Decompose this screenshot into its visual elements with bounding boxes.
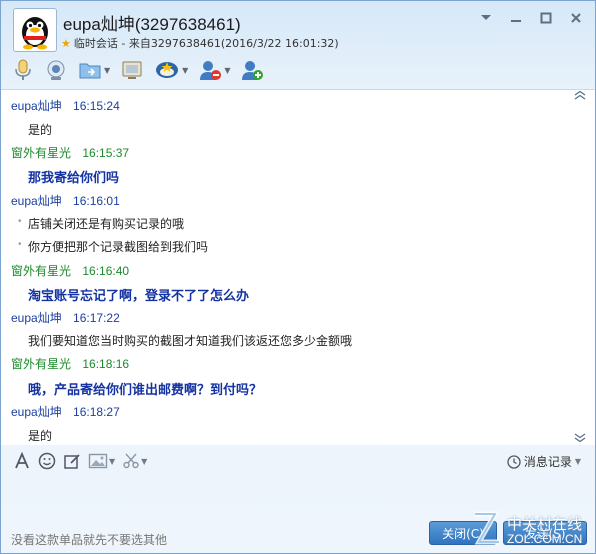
sender-name: 窗外有星光 [11, 146, 72, 160]
edit-button[interactable] [63, 452, 81, 470]
chevron-down-icon[interactable]: ▼ [109, 457, 115, 466]
chevron-down-icon[interactable]: ▼ [224, 66, 230, 75]
message-history[interactable]: eupa灿坤 16:15:24 是的 窗外有星光 16:15:37 那我寄给你们… [1, 89, 595, 445]
message-time: 16:15:37 [82, 146, 130, 160]
chevron-down-icon[interactable]: ▼ [104, 66, 110, 75]
contact-avatar[interactable] [13, 8, 57, 52]
sender-name: eupa灿坤 [11, 311, 62, 325]
message-header: 窗外有星光 16:16:40 [11, 262, 129, 279]
app-icon [156, 62, 179, 78]
add-contact-icon [242, 61, 264, 80]
star-icon: ★ [61, 36, 71, 50]
message-header: eupa灿坤 16:15:24 [11, 97, 120, 114]
sender-name: 窗外有星光 [11, 357, 72, 371]
message-time: 16:16:40 [82, 264, 130, 278]
chevron-down-icon[interactable]: ▼ [575, 457, 581, 466]
minimize-icon[interactable] [505, 9, 527, 27]
font-icon [15, 452, 29, 469]
video-call-button[interactable] [41, 56, 71, 84]
send-file-button[interactable]: ▼ [75, 56, 113, 84]
main-toolbar: ▼ ▼ ▼ [9, 55, 267, 85]
image-icon [88, 453, 108, 469]
message-text: 是的 [28, 429, 53, 443]
chevron-down-icon[interactable]: ▼ [141, 457, 147, 466]
message-text: 店铺关闭还是有购买记录的哦 [18, 215, 184, 232]
video-call-icon [47, 60, 65, 80]
message-text: 我们要知道您当时购买的截图才知道我们该返还您多少金额哦 [28, 334, 353, 348]
message-time: 16:17:22 [73, 311, 120, 325]
screen-share-icon [122, 61, 142, 79]
message-time: 16:18:27 [73, 405, 120, 419]
add-contact-button[interactable] [237, 56, 267, 84]
scroll-up-icon[interactable] [573, 90, 587, 102]
screenshot-button[interactable]: ▼ [122, 452, 147, 470]
send-file-icon [79, 63, 101, 79]
chevron-down-icon[interactable]: ▼ [182, 66, 188, 75]
message-history-button[interactable]: 消息记录 ▼ [507, 453, 581, 470]
sender-name: eupa灿坤 [11, 99, 62, 113]
message-text: 哦，产品寄给你们谁出邮费啊？到付吗？ [28, 382, 263, 397]
message-header: 窗外有星光 16:15:37 [11, 144, 129, 161]
history-label: 消息记录 [523, 455, 572, 469]
message-header: eupa灿坤 16:17:22 [11, 309, 120, 326]
send-button[interactable]: 发送(S) [503, 521, 587, 545]
session-info: ★ 临时会话 - 来自3297638461(2016/3/22 16:01:32… [61, 35, 339, 51]
message-time: 16:16:01 [73, 194, 120, 208]
scissors-icon [123, 453, 139, 469]
message-text: 你方便把那个记录截图给到我们吗 [18, 238, 208, 255]
penguin-avatar-icon [22, 17, 48, 50]
dropdown-menu-icon[interactable] [475, 9, 497, 27]
font-button[interactable] [13, 452, 31, 470]
clock-icon [507, 454, 521, 469]
screen-share-button[interactable] [117, 56, 147, 84]
session-info-text: 临时会话 - 来自3297638461(2016/3/22 16:01:32) [73, 37, 339, 50]
message-text: 那我寄给你们吗 [28, 170, 120, 185]
scroll-down-icon[interactable] [573, 431, 587, 443]
window-title: eupa灿坤(3297638461) [63, 15, 241, 34]
sender-name: 窗外有星光 [11, 264, 72, 278]
close-button[interactable]: 关闭(C) [429, 521, 497, 545]
message-input[interactable] [1, 476, 595, 516]
chat-window: eupa灿坤(3297638461) ★ 临时会话 - 来自3297638461… [0, 0, 596, 554]
sender-name: eupa灿坤 [11, 194, 62, 208]
message-header: eupa灿坤 16:16:01 [11, 192, 120, 209]
sender-name: eupa灿坤 [11, 405, 62, 419]
message-input-text[interactable]: 没看这款单品就先不要选其他 [11, 531, 167, 548]
voice-call-button[interactable] [9, 56, 37, 84]
microphone-icon [15, 59, 31, 80]
window-controls [475, 9, 587, 27]
emoji-button[interactable] [38, 452, 56, 470]
image-button[interactable]: ▼ [88, 452, 115, 470]
remove-contact-icon [200, 61, 222, 80]
message-text: 淘宝账号忘记了啊，登录不了了怎么办 [28, 288, 250, 303]
message-text: 是的 [28, 123, 53, 137]
message-time: 16:18:16 [82, 357, 130, 371]
remove-contact-button[interactable]: ▼ [195, 56, 233, 84]
smiley-icon [38, 452, 56, 470]
edit-icon [64, 454, 80, 469]
message-header: eupa灿坤 16:18:27 [11, 403, 120, 420]
apps-button[interactable]: ▼ [151, 56, 191, 84]
message-time: 16:15:24 [73, 99, 120, 113]
message-header: 窗外有星光 16:18:16 [11, 355, 129, 372]
maximize-icon[interactable] [535, 9, 557, 27]
close-icon[interactable] [565, 9, 587, 27]
